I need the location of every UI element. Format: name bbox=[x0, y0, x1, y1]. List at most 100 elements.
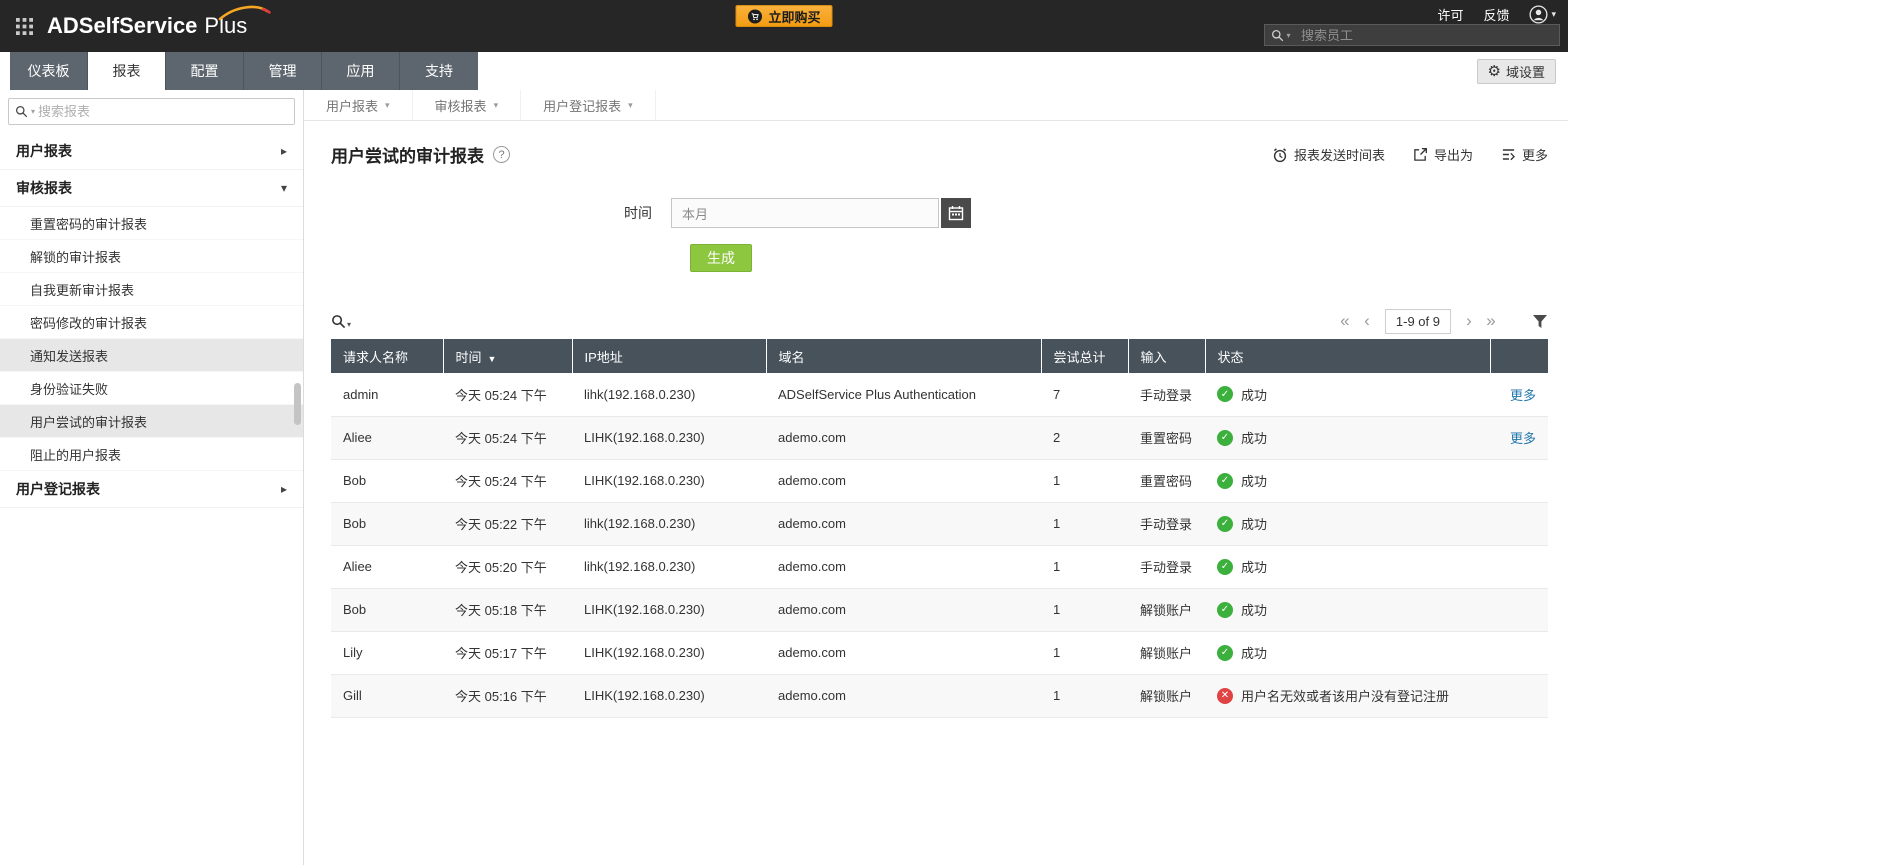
report-search-input[interactable] bbox=[38, 104, 288, 119]
generate-row: 生成 bbox=[331, 244, 1548, 272]
filter-button[interactable] bbox=[1532, 314, 1548, 329]
feedback-link[interactable]: 反馈 bbox=[1483, 5, 1509, 24]
column-header-time[interactable]: 时间▼ bbox=[443, 339, 572, 373]
status-text: 成功 bbox=[1241, 557, 1267, 576]
breadcrumb-menu-label: 用户登记报表 bbox=[543, 96, 621, 115]
action-more[interactable]: 更多 bbox=[1501, 145, 1548, 164]
cell-time: 今天 05:22 下午 bbox=[443, 502, 572, 545]
table-header-row: 请求人名称 时间▼ IP地址 域名尝试总计输入状态 bbox=[331, 339, 1548, 373]
column-label: 请求人名称 bbox=[343, 350, 408, 365]
prev-page-button[interactable]: ‹ bbox=[1356, 310, 1378, 332]
cell-status: ✓成功 bbox=[1205, 545, 1490, 588]
cell-ip: lihk(192.168.0.230) bbox=[572, 502, 766, 545]
sidebar-item-blocked-users[interactable]: 阻止的用户报表 bbox=[0, 438, 303, 471]
chevron-down-icon: ▾ bbox=[1551, 9, 1556, 20]
column-header-requester[interactable]: 请求人名称 bbox=[331, 339, 443, 373]
page-range: 1-9 of 9 bbox=[1385, 309, 1451, 334]
breadcrumb: 用户报表▾审核报表▾用户登记报表▾ bbox=[304, 90, 1568, 121]
sidebar-item-user-enrollment-reports[interactable]: 用户登记报表▸ bbox=[0, 471, 303, 508]
cell-attempts: 1 bbox=[1041, 502, 1128, 545]
buy-now-button[interactable]: 立即购买 bbox=[735, 5, 832, 27]
first-page-button[interactable]: « bbox=[1334, 310, 1356, 332]
sidebar-item-audit-reports[interactable]: 审核报表▾ bbox=[0, 170, 303, 207]
cart-icon bbox=[747, 9, 762, 24]
sidebar-item-label: 自我更新审计报表 bbox=[30, 280, 287, 299]
column-header-input[interactable]: 输入 bbox=[1128, 339, 1205, 373]
cell-domain: ademo.com bbox=[766, 631, 1041, 674]
sidebar-item-notification-delivery[interactable]: 通知发送报表 bbox=[0, 339, 303, 372]
sidebar-item-reset-password-audit[interactable]: 重置密码的审计报表 bbox=[0, 207, 303, 240]
sidebar-item-unlock-audit[interactable]: 解锁的审计报表 bbox=[0, 240, 303, 273]
cell-ip: LIHK(192.168.0.230) bbox=[572, 416, 766, 459]
status-badge: ✓成功 bbox=[1217, 600, 1478, 619]
help-icon[interactable]: ? bbox=[493, 146, 510, 163]
sidebar-item-self-update-audit[interactable]: 自我更新审计报表 bbox=[0, 273, 303, 306]
breadcrumb-menu-user-reports[interactable]: 用户报表▾ bbox=[304, 90, 413, 120]
action-label: 报表发送时间表 bbox=[1294, 145, 1385, 164]
column-header-attempts[interactable]: 尝试总计 bbox=[1041, 339, 1128, 373]
export-icon bbox=[1413, 147, 1428, 162]
table-search-icon[interactable]: ▾ bbox=[331, 314, 351, 329]
sidebar-item-password-change-audit[interactable]: 密码修改的审计报表 bbox=[0, 306, 303, 339]
table-row: Bob今天 05:24 下午LIHK(192.168.0.230)ademo.c… bbox=[331, 459, 1548, 502]
breadcrumb-menu-user-enrollment-reports[interactable]: 用户登记报表▾ bbox=[521, 90, 656, 120]
apps-grid-icon[interactable] bbox=[16, 18, 33, 35]
domain-settings-button[interactable]: ⚙ 域设置 bbox=[1477, 59, 1556, 84]
tab-configuration[interactable]: 配置 bbox=[166, 52, 244, 90]
title-row: 用户尝试的审计报表 ? 报表发送时间表导出为更多 bbox=[331, 142, 1548, 167]
breadcrumb-menu-label: 用户报表 bbox=[326, 96, 378, 115]
sidebar-item-label: 解锁的审计报表 bbox=[30, 247, 287, 266]
status-text: 成功 bbox=[1241, 471, 1267, 490]
cell-attempts: 1 bbox=[1041, 674, 1128, 717]
tab-dashboard[interactable]: 仪表板 bbox=[10, 52, 88, 90]
sidebar-item-user-reports[interactable]: 用户报表▸ bbox=[0, 133, 303, 170]
sidebar-item-authentication-failure[interactable]: 身份验证失败 bbox=[0, 372, 303, 405]
generate-button[interactable]: 生成 bbox=[690, 244, 752, 272]
more-link[interactable]: 更多 bbox=[1510, 431, 1536, 446]
topbar-right: 许可 反馈 ▾ ▾ bbox=[1264, 0, 1568, 52]
sidebar-item-user-attempts-audit[interactable]: 用户尝试的审计报表 bbox=[0, 405, 303, 438]
tab-admin[interactable]: 管理 bbox=[244, 52, 322, 90]
cell-more bbox=[1490, 631, 1548, 674]
status-badge: ✕用户名无效或者该用户没有登记注册 bbox=[1217, 686, 1478, 705]
success-icon: ✓ bbox=[1217, 386, 1233, 402]
topbar: ADSelfServicePlus 立即购买 许可 反馈 bbox=[0, 0, 1568, 52]
cell-more bbox=[1490, 502, 1548, 545]
last-page-button[interactable]: » bbox=[1480, 310, 1502, 332]
cell-status: ✓成功 bbox=[1205, 502, 1490, 545]
cell-domain: ademo.com bbox=[766, 502, 1041, 545]
logo-swoosh-icon bbox=[217, 4, 273, 22]
column-header-status[interactable]: 状态 bbox=[1205, 339, 1490, 373]
cell-input: 解锁账户 bbox=[1128, 631, 1205, 674]
cell-requester: Aliee bbox=[331, 416, 443, 459]
chevron-down-icon: ▾ bbox=[31, 107, 35, 116]
time-range-input[interactable] bbox=[671, 198, 939, 228]
breadcrumb-menu-audit-reports[interactable]: 审核报表▾ bbox=[413, 90, 522, 120]
domain-settings-label: 域设置 bbox=[1506, 62, 1545, 81]
cell-domain: ademo.com bbox=[766, 674, 1041, 717]
cell-ip: LIHK(192.168.0.230) bbox=[572, 459, 766, 502]
tab-reports[interactable]: 报表 bbox=[88, 52, 166, 90]
column-label: IP地址 bbox=[585, 350, 623, 365]
status-text: 用户名无效或者该用户没有登记注册 bbox=[1241, 686, 1449, 705]
license-link[interactable]: 许可 bbox=[1437, 5, 1463, 24]
tab-application[interactable]: 应用 bbox=[322, 52, 400, 90]
success-icon: ✓ bbox=[1217, 516, 1233, 532]
next-page-button[interactable]: › bbox=[1458, 310, 1480, 332]
employee-search-input[interactable] bbox=[1297, 28, 1559, 43]
more-link[interactable]: 更多 bbox=[1510, 388, 1536, 403]
cell-ip: LIHK(192.168.0.230) bbox=[572, 674, 766, 717]
sidebar-scrollbar[interactable] bbox=[294, 383, 301, 425]
success-icon: ✓ bbox=[1217, 430, 1233, 446]
action-report-schedule[interactable]: 报表发送时间表 bbox=[1272, 145, 1385, 164]
table-toolbar: ▾ « ‹ 1-9 of 9 › » bbox=[331, 303, 1548, 339]
column-header-more[interactable] bbox=[1490, 339, 1548, 373]
tab-support[interactable]: 支持 bbox=[400, 52, 478, 90]
user-avatar[interactable]: ▾ bbox=[1529, 5, 1556, 24]
search-scope-icon[interactable]: ▾ bbox=[1265, 25, 1297, 45]
column-header-ip[interactable]: IP地址 bbox=[572, 339, 766, 373]
chevron-down-icon: ▾ bbox=[347, 320, 351, 329]
column-header-domain[interactable]: 域名 bbox=[766, 339, 1041, 373]
action-export-as[interactable]: 导出为 bbox=[1413, 145, 1473, 164]
calendar-button[interactable] bbox=[941, 198, 971, 228]
